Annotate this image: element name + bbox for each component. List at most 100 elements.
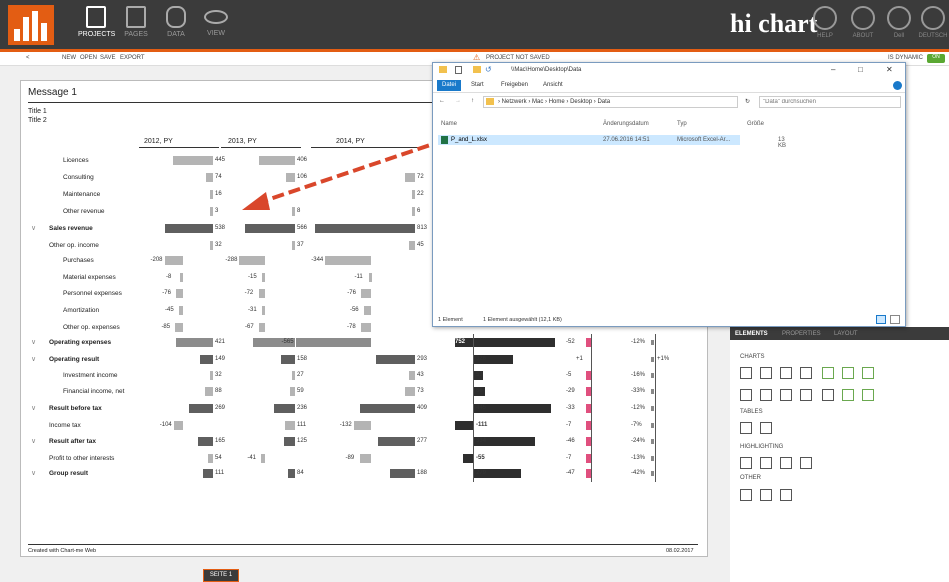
stacked-bar-icon[interactable] xyxy=(760,367,772,379)
table-icon[interactable] xyxy=(740,422,752,434)
waterfall-bar[interactable] xyxy=(361,289,372,298)
waterfall-bar[interactable] xyxy=(368,273,372,282)
tab-ansicht[interactable]: Ansicht xyxy=(543,82,563,88)
clock-icon[interactable] xyxy=(740,457,752,469)
waterfall-bar[interactable] xyxy=(208,454,213,463)
waterfall-bar[interactable] xyxy=(377,437,415,446)
new-folder-icon[interactable] xyxy=(473,66,481,73)
waterfall-icon[interactable] xyxy=(822,389,834,401)
refresh-icon[interactable]: ↻ xyxy=(745,98,750,105)
combo-chart-icon[interactable] xyxy=(740,489,752,501)
small-multiples-icon[interactable] xyxy=(800,457,812,469)
horizontal-bar-icon[interactable] xyxy=(740,389,752,401)
page-indicator[interactable]: SEITE 1 xyxy=(203,569,239,582)
waterfall-bar[interactable] xyxy=(176,289,183,298)
waterfall-bar[interactable] xyxy=(295,338,372,347)
dynamic-toggle[interactable]: ON xyxy=(927,54,945,63)
waterfall-bar[interactable] xyxy=(175,323,183,332)
waterfall-bar[interactable] xyxy=(262,306,265,315)
tab-start[interactable]: Start xyxy=(471,82,484,88)
waterfall-bar[interactable] xyxy=(405,387,415,396)
search-input[interactable] xyxy=(759,96,901,108)
dell-button[interactable]: Dell xyxy=(884,6,914,44)
col-date[interactable]: Änderungsdatum xyxy=(603,121,649,127)
waterfall-bar[interactable] xyxy=(210,371,213,380)
variance-chart-icon[interactable] xyxy=(800,367,812,379)
tab-properties[interactable]: PROPERTIES xyxy=(782,331,821,337)
waterfall-bar[interactable] xyxy=(206,173,213,182)
file-row[interactable]: P_and_L.xlsx 27.06.2016 14:51 Microsoft … xyxy=(438,135,786,149)
file-explorer-window[interactable]: ↺ \\Mac\Home\Desktop\Data – □ ✕ Datei St… xyxy=(432,62,906,327)
waterfall-bar[interactable] xyxy=(210,207,213,216)
horizontal-stacked-icon[interactable] xyxy=(760,389,772,401)
variance-bar[interactable] xyxy=(455,338,555,347)
waterfall-bar[interactable] xyxy=(315,224,415,233)
tab-freigeben[interactable]: Freigeben xyxy=(501,82,528,88)
waterfall-bar[interactable] xyxy=(244,224,295,233)
waterfall-bar[interactable] xyxy=(280,355,295,364)
save-button[interactable]: SAVE xyxy=(100,55,116,61)
help-button[interactable]: HELP xyxy=(810,6,840,44)
tiles-view-icon[interactable] xyxy=(890,315,900,324)
chevron-down-icon[interactable]: ∨ xyxy=(31,224,36,232)
undo-icon[interactable]: ↺ xyxy=(485,65,492,74)
waterfall-bar[interactable] xyxy=(359,454,372,463)
waterfall-bar[interactable] xyxy=(283,437,295,446)
minimize-button[interactable]: – xyxy=(831,65,835,74)
tab-datei[interactable]: Datei xyxy=(437,80,461,91)
col-name[interactable]: Name xyxy=(441,121,457,127)
waterfall-bar[interactable] xyxy=(210,241,213,250)
waterfall-bar[interactable] xyxy=(363,306,372,315)
maximize-button[interactable]: □ xyxy=(858,65,863,74)
crumb[interactable]: › Netzwerk › Mac › Home › Desktop › Data xyxy=(498,99,610,105)
area-chart-icon[interactable] xyxy=(822,367,834,379)
waterfall-bar[interactable] xyxy=(389,469,415,478)
scatter-chart-icon[interactable] xyxy=(862,367,874,379)
language-button[interactable]: DEUTSCH xyxy=(918,6,948,44)
waterfall-bar[interactable] xyxy=(239,256,265,265)
address-field[interactable]: › Netzwerk › Mac › Home › Desktop › Data xyxy=(483,96,738,108)
waterfall-bar[interactable] xyxy=(353,421,372,430)
waterfall-bar[interactable] xyxy=(360,404,415,413)
app-logo[interactable] xyxy=(8,5,54,45)
waterfall-bar[interactable] xyxy=(261,454,265,463)
line-chart-icon[interactable] xyxy=(842,367,854,379)
pages-button[interactable]: PAGES xyxy=(118,4,154,46)
waterfall-bar[interactable] xyxy=(258,289,265,298)
waterfall-bar[interactable] xyxy=(180,273,183,282)
waterfall-bar[interactable] xyxy=(325,256,372,265)
waterfall-bar[interactable] xyxy=(262,273,265,282)
waterfall-bar[interactable] xyxy=(198,437,213,446)
waterfall-bar[interactable] xyxy=(210,190,213,199)
variance-bar[interactable] xyxy=(455,421,473,430)
export-button[interactable]: EXPORT xyxy=(120,55,145,61)
up-arrow-icon[interactable]: ↑ xyxy=(471,98,474,104)
horizontal-grouped-icon[interactable] xyxy=(780,389,792,401)
bar-chart-icon[interactable] xyxy=(740,367,752,379)
grouped-bar-icon[interactable] xyxy=(780,367,792,379)
waterfall-bar[interactable] xyxy=(361,323,372,332)
about-button[interactable]: ABOUT xyxy=(848,6,878,44)
details-view-icon[interactable] xyxy=(876,315,886,324)
waterfall-bar[interactable] xyxy=(205,387,213,396)
bracket-icon[interactable] xyxy=(780,457,792,469)
gear-chart-icon[interactable] xyxy=(760,489,772,501)
waterfall-bar[interactable] xyxy=(173,421,183,430)
waterfall-bar[interactable] xyxy=(173,156,213,165)
message-title[interactable]: Message 1 xyxy=(28,87,77,98)
waterfall-bar[interactable] xyxy=(285,421,295,430)
tab-layout[interactable]: LAYOUT xyxy=(834,331,858,337)
waterfall-bar[interactable] xyxy=(165,224,213,233)
waterfall-bar[interactable] xyxy=(291,241,295,250)
waterfall-bar[interactable] xyxy=(375,355,415,364)
horizontal-line-icon[interactable] xyxy=(842,389,854,401)
col-type[interactable]: Typ xyxy=(677,121,687,127)
chevron-down-icon[interactable]: ∨ xyxy=(31,437,36,445)
projects-button[interactable]: PROJECTS xyxy=(78,4,115,46)
back-button[interactable]: < xyxy=(26,55,30,61)
waterfall-bar[interactable] xyxy=(408,241,415,250)
waterfall-bar[interactable] xyxy=(189,404,213,413)
waterfall-bar[interactable] xyxy=(203,469,213,478)
new-button[interactable]: NEW xyxy=(62,55,76,61)
chevron-down-icon[interactable]: ∨ xyxy=(31,338,36,346)
